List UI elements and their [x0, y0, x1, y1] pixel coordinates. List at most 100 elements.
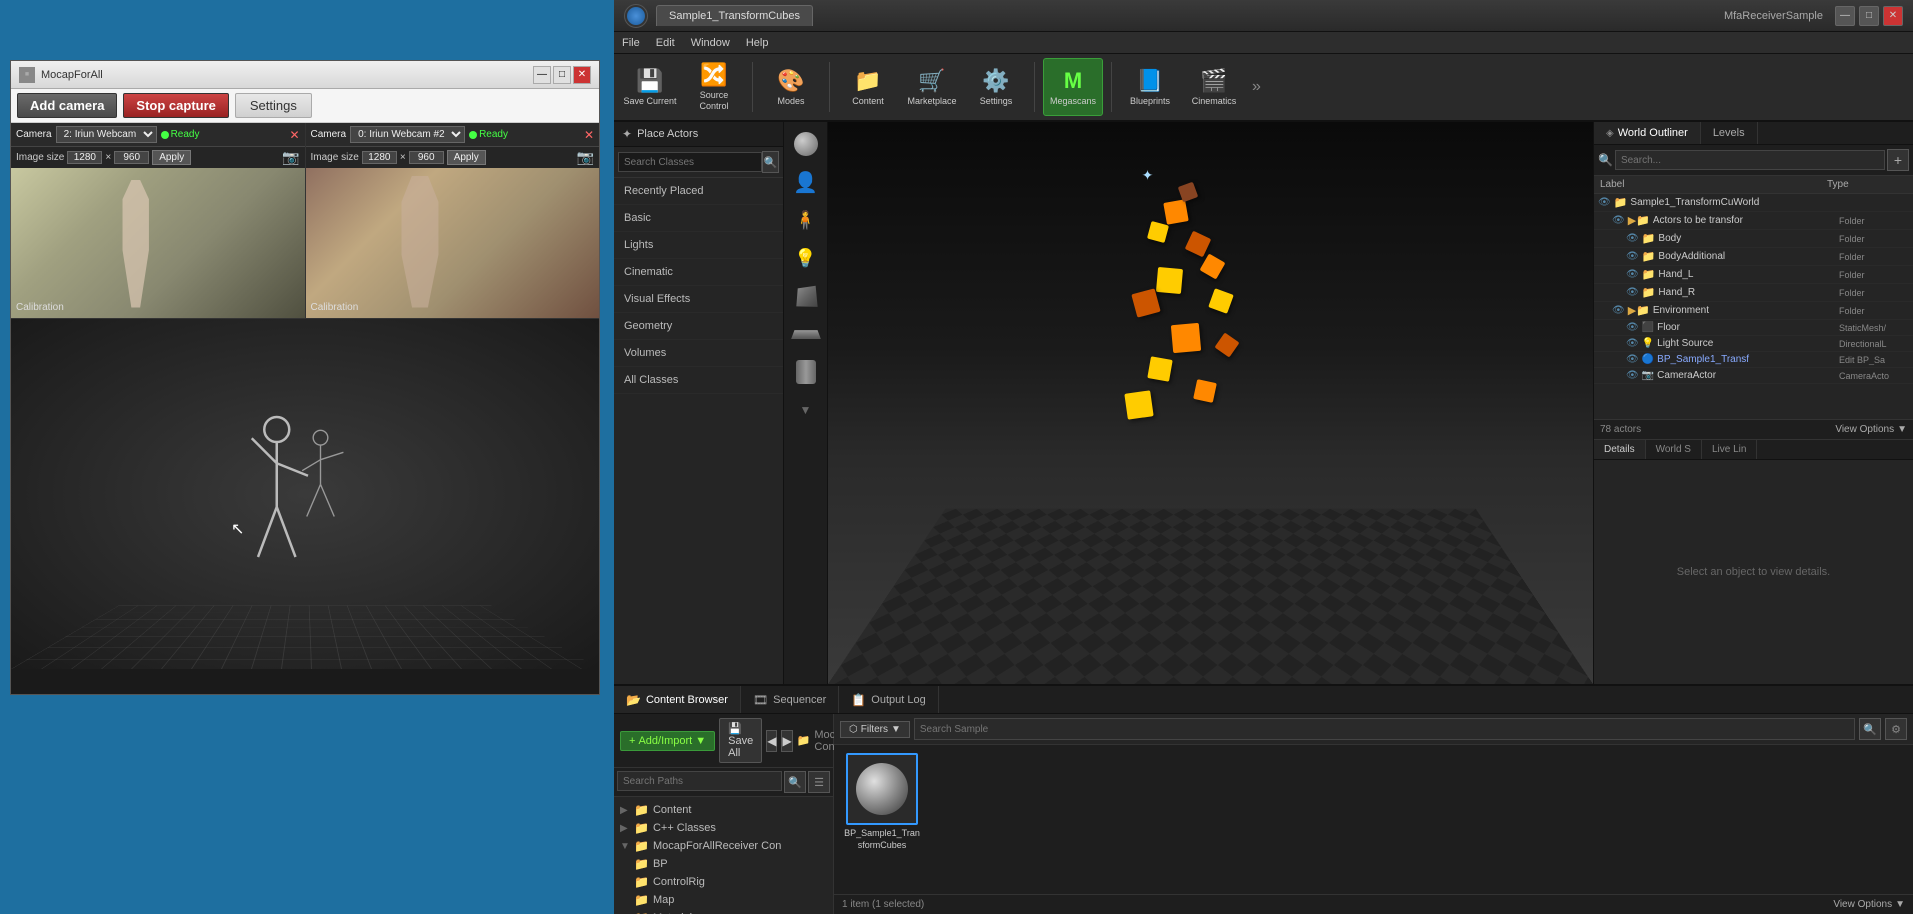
outliner-item-bodyadditional[interactable]: 👁 📁 BodyAdditional Folder	[1594, 248, 1913, 266]
filters-button[interactable]: ⬡ Filters ▼	[840, 721, 910, 738]
tree-item-content[interactable]: ▶ 📁 Content	[614, 801, 833, 819]
outliner-item-handr[interactable]: 👁 📁 Hand_R Folder	[1594, 284, 1913, 302]
menu-window[interactable]: Window	[691, 37, 730, 49]
output-log-tab-label: Output Log	[871, 694, 925, 706]
settings-button[interactable]: ⚙️ Settings	[966, 58, 1026, 116]
tab-output-log[interactable]: 📋 Output Log	[839, 686, 938, 713]
search-sample-button[interactable]: 🔍	[1859, 718, 1881, 740]
cam-close-button-1[interactable]: ✕	[289, 128, 299, 142]
tree-item-cpp[interactable]: ▶ 📁 C++ Classes	[614, 819, 833, 837]
outliner-view-options-button[interactable]: View Options ▼	[1835, 424, 1907, 435]
search-classes-input[interactable]	[618, 152, 762, 172]
save-all-button[interactable]: 💾 Save All	[719, 718, 762, 763]
add-import-button[interactable]: + Add/Import ▼	[620, 731, 715, 751]
outliner-item-lightsource[interactable]: 👁 💡 Light Source DirectionalL	[1594, 336, 1913, 352]
search-paths-input[interactable]	[617, 771, 782, 791]
outliner-type-bodyadditional: Folder	[1839, 252, 1909, 262]
stop-capture-button[interactable]: Stop capture	[123, 93, 228, 118]
image-width-2[interactable]	[362, 151, 397, 164]
outliner-item-body[interactable]: 👁 📁 Body Folder	[1594, 230, 1913, 248]
outliner-item-bpsample[interactable]: 👁 🔵 BP_Sample1_Transf Edit BP_Sa	[1594, 352, 1913, 368]
menu-help[interactable]: Help	[746, 37, 769, 49]
apply-button-1[interactable]: Apply	[152, 150, 191, 165]
outliner-item-handl[interactable]: 👁 📁 Hand_L Folder	[1594, 266, 1913, 284]
cam-select-2[interactable]: 0: Iriun Webcam #2	[350, 126, 465, 143]
megascans-button[interactable]: M Megascans	[1043, 58, 1103, 116]
marketplace-icon: 🛒	[918, 68, 945, 94]
outliner-item-environment[interactable]: 👁 ▶📁 Environment Folder	[1594, 302, 1913, 320]
nav-back-button[interactable]: ◀	[766, 730, 777, 752]
image-height-1[interactable]	[114, 151, 149, 164]
outliner-item-floor[interactable]: 👁 ⬛ Floor StaticMesh/	[1594, 320, 1913, 336]
image-height-2[interactable]	[409, 151, 444, 164]
shape-sphere-button[interactable]	[788, 126, 824, 162]
cinematics-button[interactable]: 🎬 Cinematics	[1184, 58, 1244, 116]
tab-content-browser[interactable]: 📂 Content Browser	[614, 686, 741, 713]
category-visual-effects[interactable]: Visual Effects	[614, 286, 783, 313]
category-geometry[interactable]: Geometry	[614, 313, 783, 340]
search-sample-settings-button[interactable]: ⚙	[1885, 718, 1907, 740]
search-classes-button[interactable]: 🔍	[762, 151, 779, 173]
outliner-item-camera[interactable]: 👁 📷 CameraActor CameraActo	[1594, 368, 1913, 384]
cb-search-row: 🔍 ☰	[614, 768, 833, 797]
add-camera-button[interactable]: Add camera	[17, 93, 117, 118]
viewport[interactable]: ✦	[828, 122, 1593, 684]
search-paths-button[interactable]: 🔍	[784, 771, 806, 793]
mocap-close-button[interactable]: ✕	[573, 66, 591, 84]
cam-close-button-2[interactable]: ✕	[584, 128, 594, 142]
tab-live-link[interactable]: Live Lin	[1702, 440, 1757, 459]
save-current-button[interactable]: 💾 Save Current	[620, 58, 680, 116]
shape-mannequin-button[interactable]: 🧍	[788, 202, 824, 238]
cb-view-options-button[interactable]: View Options ▼	[1833, 899, 1905, 910]
tree-item-material[interactable]: 📁 Material	[614, 909, 833, 914]
category-basic[interactable]: Basic	[614, 205, 783, 232]
cam-select-1[interactable]: 2: Iriun Webcam	[56, 126, 157, 143]
tab-world-outliner[interactable]: ◈ World Outliner	[1594, 122, 1701, 144]
shape-plane-button[interactable]	[788, 316, 824, 352]
mocap-minimize-button[interactable]: —	[533, 66, 551, 84]
tab-levels[interactable]: Levels	[1701, 122, 1758, 144]
tree-item-map[interactable]: 📁 Map	[614, 891, 833, 909]
category-lights[interactable]: Lights	[614, 232, 783, 259]
shape-cylinder-button[interactable]	[788, 354, 824, 390]
category-all-classes[interactable]: All Classes	[614, 367, 783, 394]
content-button[interactable]: 📁 Content	[838, 58, 898, 116]
outliner-search-input[interactable]	[1615, 150, 1885, 170]
shape-box-button[interactable]	[788, 278, 824, 314]
ue-close-button[interactable]: ✕	[1883, 6, 1903, 26]
tree-item-mocap-receiver[interactable]: ▼ 📁 MocapForAllReceiver Con	[614, 837, 833, 855]
blueprints-button[interactable]: 📘 Blueprints	[1120, 58, 1180, 116]
category-cinematic[interactable]: Cinematic	[614, 259, 783, 286]
apply-button-2[interactable]: Apply	[447, 150, 486, 165]
tree-item-controlrig[interactable]: 📁 ControlRig	[614, 873, 833, 891]
source-control-button[interactable]: 🔀 Source Control	[684, 58, 744, 116]
outliner-item-actors[interactable]: 👁 ▶📁 Actors to be transfor Folder	[1594, 212, 1913, 230]
marketplace-button[interactable]: 🛒 Marketplace	[902, 58, 962, 116]
menu-edit[interactable]: Edit	[656, 37, 675, 49]
shape-person-button[interactable]: 👤	[788, 164, 824, 200]
tab-world-settings[interactable]: World S	[1646, 440, 1702, 459]
toolbar-expand-button[interactable]: »	[1248, 74, 1265, 100]
outliner-item-world[interactable]: 👁 📁 Sample1_TransformCuWorld	[1594, 194, 1913, 212]
shape-light-button[interactable]: 💡	[788, 240, 824, 276]
world-outliner-icon: ◈	[1606, 128, 1614, 139]
nav-forward-button[interactable]: ▶	[781, 730, 792, 752]
image-width-1[interactable]	[67, 151, 102, 164]
tab-details[interactable]: Details	[1594, 440, 1646, 459]
search-sample-input[interactable]	[914, 718, 1855, 740]
eye-icon-camera: 👁	[1626, 370, 1639, 381]
modes-button[interactable]: 🎨 Modes	[761, 58, 821, 116]
search-paths-settings-button[interactable]: ☰	[808, 771, 830, 793]
tab-sequencer[interactable]: 🎞 Sequencer	[741, 686, 839, 713]
ue-maximize-button[interactable]: □	[1859, 6, 1879, 26]
settings-button[interactable]: Settings	[235, 93, 312, 118]
category-volumes[interactable]: Volumes	[614, 340, 783, 367]
ue-minimize-button[interactable]: —	[1835, 6, 1855, 26]
mocap-maximize-button[interactable]: □	[553, 66, 571, 84]
category-recently-placed[interactable]: Recently Placed	[614, 178, 783, 205]
outliner-add-button[interactable]: +	[1887, 149, 1909, 171]
menu-file[interactable]: File	[622, 37, 640, 49]
asset-bp-sample1[interactable]: BP_Sample1_TransformCubes	[842, 753, 922, 851]
tree-item-bp[interactable]: 📁 BP	[614, 855, 833, 873]
shape-scroll-down-button[interactable]: ▼	[788, 392, 824, 428]
